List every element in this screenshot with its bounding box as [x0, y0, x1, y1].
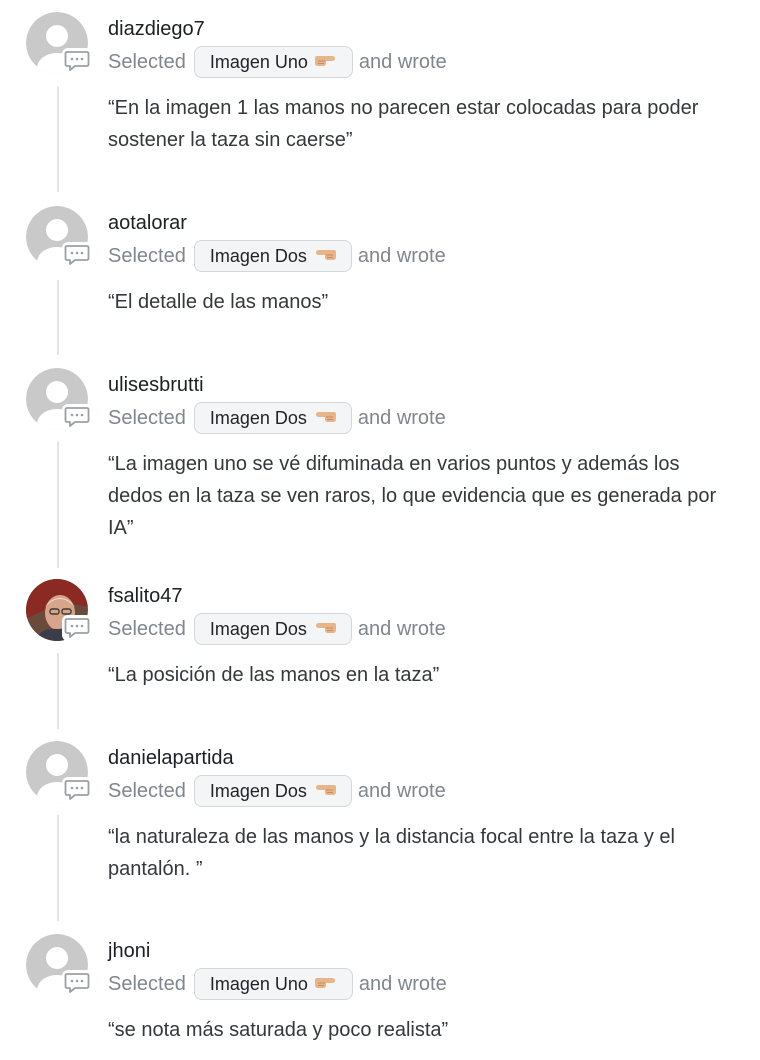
- thread-line: [57, 815, 59, 921]
- comment-text: “la naturaleza de las manos y la distanc…: [108, 826, 675, 880]
- selected-label: Selected: [108, 780, 186, 802]
- hand-pointing-left-icon: [313, 619, 337, 640]
- comment-icon: [62, 242, 92, 268]
- choice-label: Imagen Dos: [209, 407, 307, 428]
- comment-text: “La imagen uno se vé difuminada en vario…: [108, 453, 717, 539]
- thread-line: [57, 653, 59, 729]
- selected-label: Selected: [108, 407, 186, 429]
- username[interactable]: ulisesbrutti: [108, 373, 204, 397]
- choice-pill[interactable]: Imagen Dos: [193, 775, 352, 807]
- comment-icon: [62, 615, 92, 641]
- comment-icon: [62, 777, 92, 803]
- selected-label: Selected: [108, 245, 186, 267]
- comment-icon: [62, 404, 92, 430]
- choice-label: Imagen Uno: [209, 973, 308, 994]
- wrote-label: and wrote: [357, 407, 446, 429]
- choice-label: Imagen Dos: [209, 618, 307, 639]
- wrote-label: and wrote: [358, 973, 447, 995]
- selection-row: Selected Imagen Uno and wrote: [108, 967, 447, 1001]
- selection-row: Selected Imagen Dos and wrote: [108, 401, 446, 435]
- comment-text: “El detalle de las manos”: [108, 291, 329, 313]
- username[interactable]: diazdiego7: [108, 17, 205, 41]
- selected-label: Selected: [108, 618, 186, 640]
- choice-label: Imagen Dos: [209, 245, 307, 266]
- username[interactable]: fsalito47: [108, 584, 183, 608]
- username[interactable]: jhoni: [108, 939, 150, 963]
- comment-text: “En la imagen 1 las manos no parecen est…: [108, 97, 699, 151]
- comment-icon: [62, 48, 92, 74]
- comment-icon: [62, 970, 92, 996]
- choice-pill[interactable]: Imagen Uno: [193, 968, 353, 1000]
- thread-line: [57, 442, 59, 568]
- selection-row: Selected Imagen Dos and wrote: [108, 774, 446, 808]
- comment-text: “se nota más saturada y poco realista”: [108, 1019, 449, 1041]
- comment-text: “La posición de las manos en la taza”: [108, 664, 440, 686]
- choice-pill[interactable]: Imagen Uno: [193, 46, 353, 78]
- hand-pointing-right-icon: [314, 974, 338, 995]
- selected-label: Selected: [108, 973, 186, 995]
- choice-pill[interactable]: Imagen Dos: [193, 402, 352, 434]
- hand-pointing-right-icon: [314, 52, 338, 73]
- selection-row: Selected Imagen Dos and wrote: [108, 239, 446, 273]
- choice-label: Imagen Uno: [209, 51, 308, 72]
- selection-row: Selected Imagen Uno and wrote: [108, 45, 447, 79]
- hand-pointing-left-icon: [313, 408, 337, 429]
- choice-pill[interactable]: Imagen Dos: [193, 613, 352, 645]
- wrote-label: and wrote: [357, 245, 446, 267]
- hand-pointing-left-icon: [313, 781, 337, 802]
- username[interactable]: aotalorar: [108, 211, 187, 235]
- choice-pill[interactable]: Imagen Dos: [193, 240, 352, 272]
- selection-row: Selected Imagen Dos and wrote: [108, 612, 446, 646]
- selected-label: Selected: [108, 51, 186, 73]
- username[interactable]: danielapartida: [108, 746, 234, 770]
- wrote-label: and wrote: [358, 51, 447, 73]
- activity-feed: diazdiego7 Selected Imagen Uno and wrote…: [0, 0, 760, 1060]
- wrote-label: and wrote: [357, 780, 446, 802]
- thread-line: [57, 280, 59, 355]
- wrote-label: and wrote: [357, 618, 446, 640]
- hand-pointing-left-icon: [313, 246, 337, 267]
- choice-label: Imagen Dos: [209, 780, 307, 801]
- thread-line: [57, 86, 59, 192]
